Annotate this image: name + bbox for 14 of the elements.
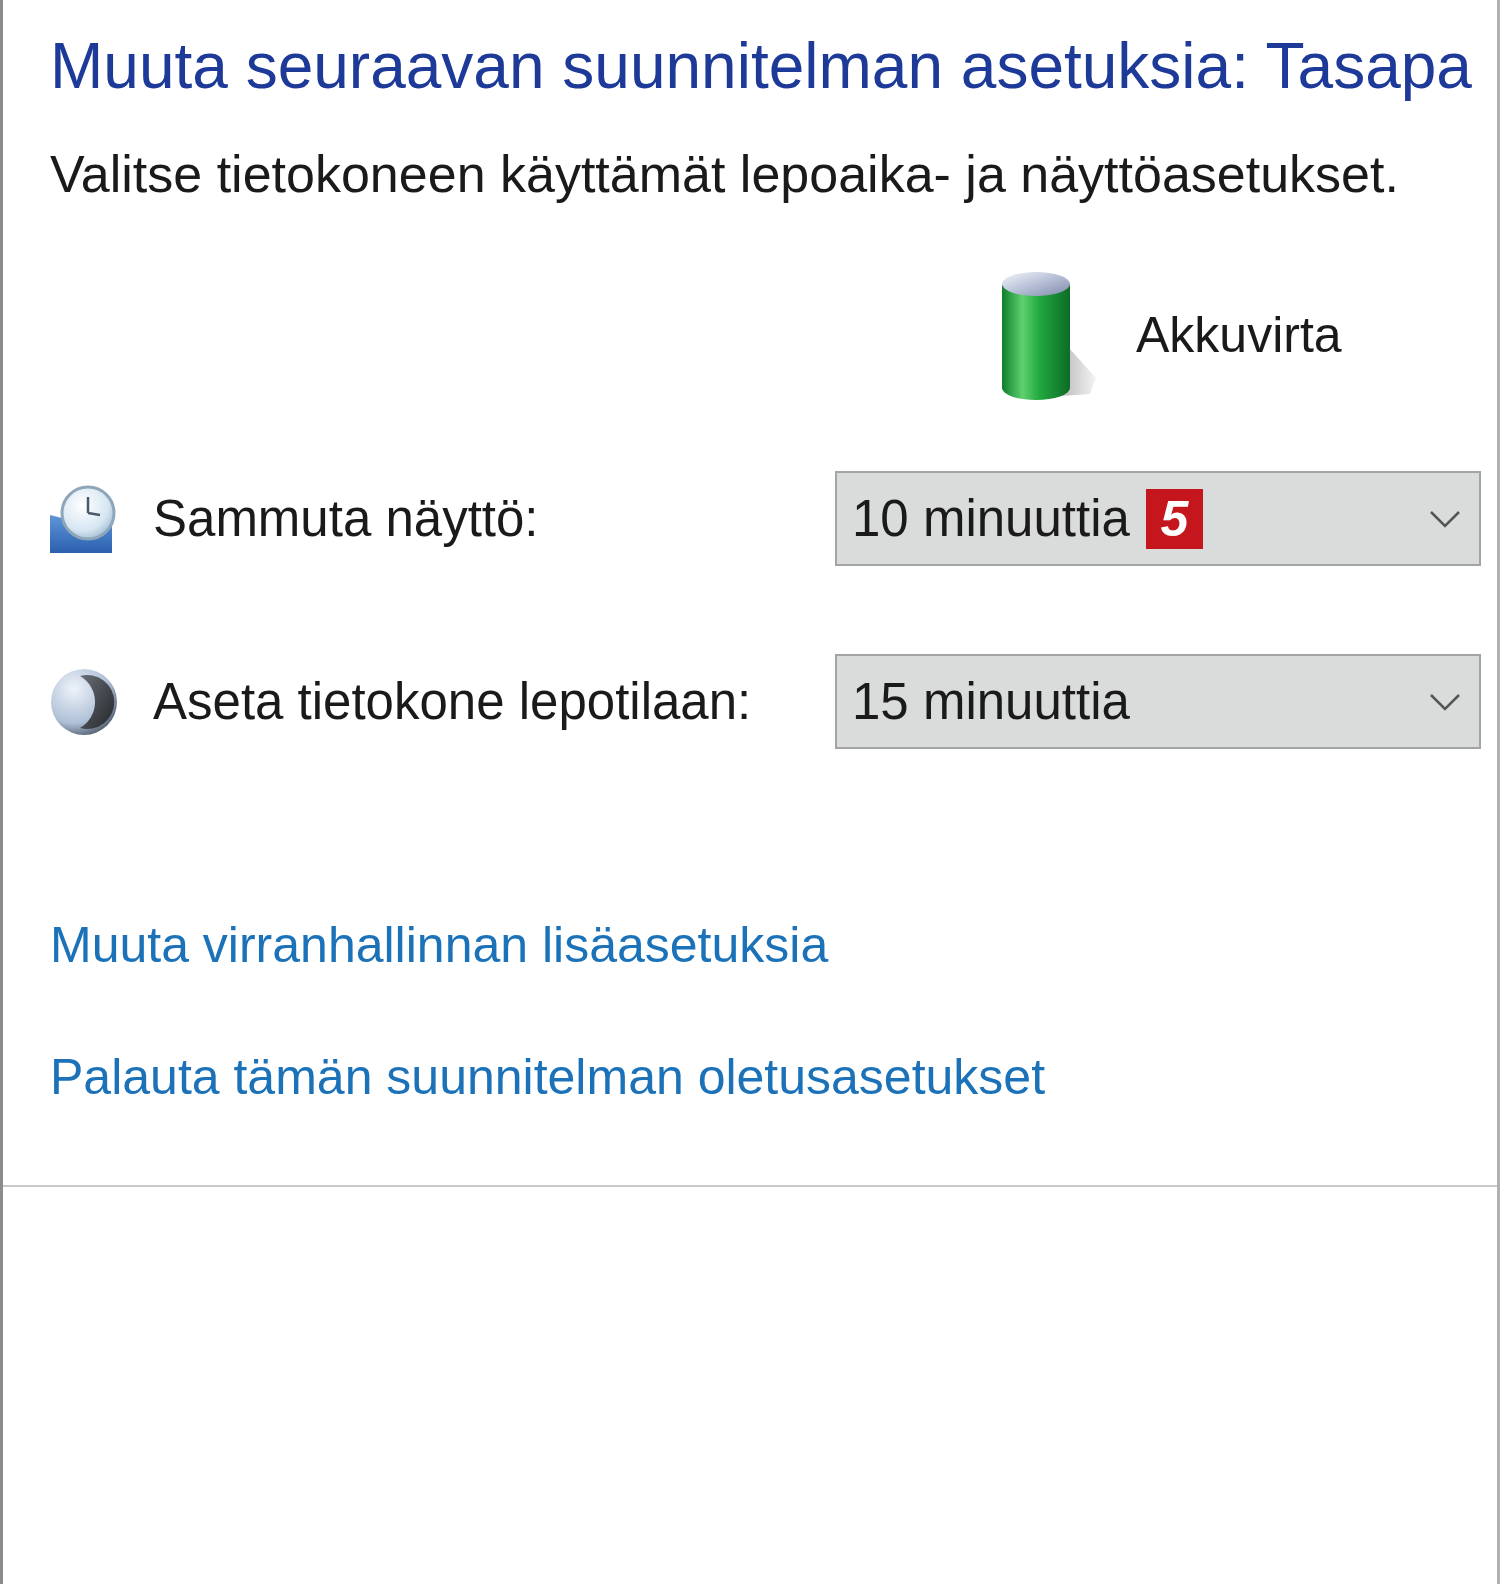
clock-icon [50, 484, 118, 553]
setting-label: Aseta tietokone lepotilaan: [153, 671, 753, 732]
chevron-icon [1429, 692, 1461, 711]
power-source-label: Akkuvirta [1136, 306, 1342, 365]
page-description: Valitse tietokoneen käyttämät lepoaika- ja näyttöasetukset. [50, 144, 1400, 205]
text-link[interactable]: Muuta virranhallinnan lisäasetuksia [50, 915, 829, 975]
number-badge: 5 [1145, 488, 1203, 549]
time-dropdown[interactable]: 15 minuuttia [835, 654, 1481, 749]
chevron-icon [1429, 509, 1461, 528]
time-dropdown[interactable]: 10 minuuttia 5 [835, 471, 1481, 566]
moon-icon [50, 667, 118, 736]
text-link[interactable]: Palauta tämän suunnitelman oletusasetukset [50, 1047, 1046, 1107]
setting-label: Sammuta näyttö: [153, 488, 540, 549]
page-title: Muuta seuraavan suunnitelman asetuksia: Tasapa [50, 29, 1473, 104]
